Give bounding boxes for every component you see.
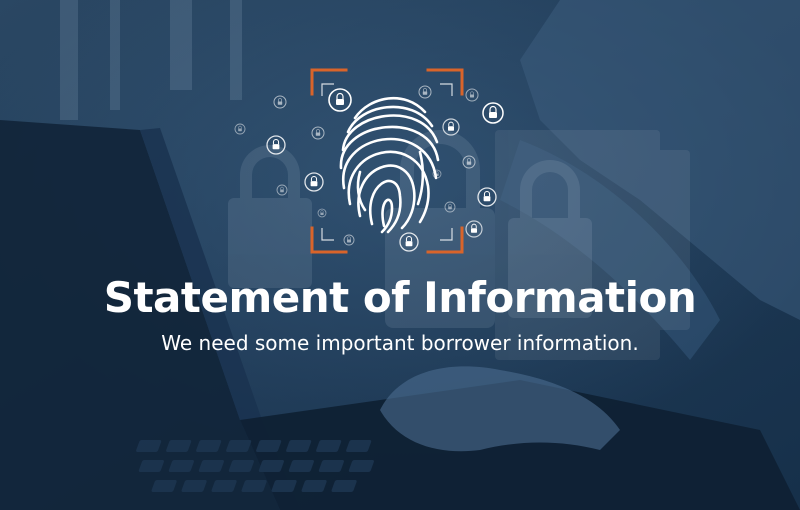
scan-frame-corner-top-right	[426, 68, 464, 96]
fingerprint-icon	[339, 96, 440, 234]
banner: Statement of Information We need some im…	[0, 0, 800, 510]
fingerprint-graphic	[234, 68, 504, 254]
page-title: Statement of Information	[103, 273, 697, 322]
scan-frame-corner-top-left	[310, 68, 348, 96]
page-subtitle: We need some important borrower informat…	[161, 331, 639, 355]
